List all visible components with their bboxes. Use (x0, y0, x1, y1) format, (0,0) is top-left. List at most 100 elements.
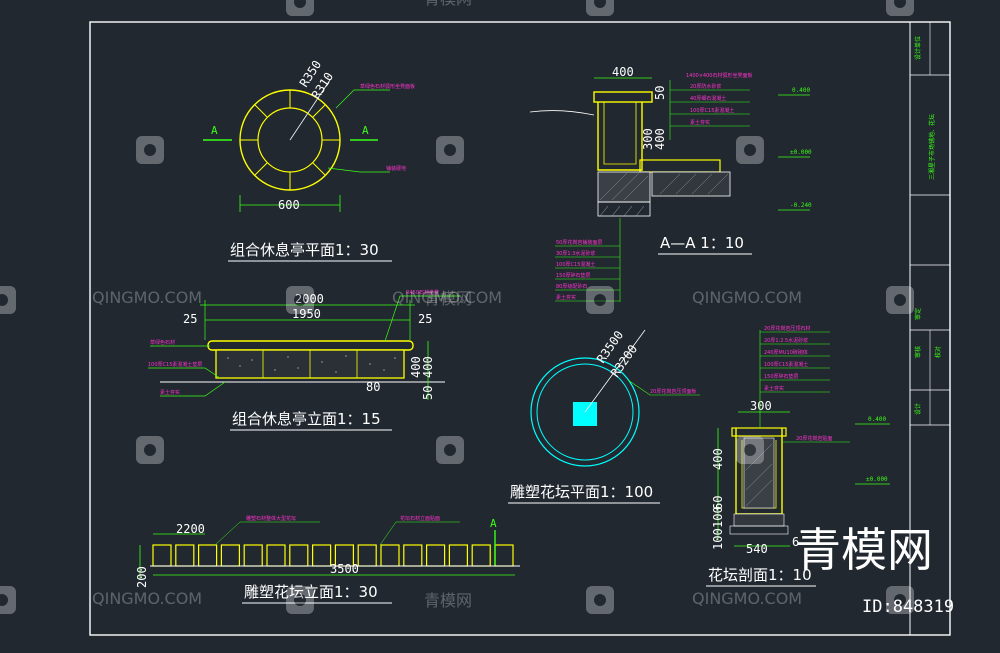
elev2-total-dim: 3500 (330, 562, 359, 576)
sec-h4-dim: 100 (711, 528, 725, 550)
sec-note-list: 20厚花岗岩压顶石材 20厚1:2.5水泥砂浆 240厚MU10砖砌体 100厚… (760, 325, 830, 393)
elev-note-3: 素土夯实 (160, 389, 180, 396)
aa-level-mid: ±0.000 (790, 149, 812, 156)
sidebar-label-1: 设计单位 (914, 36, 922, 60)
watermark-logo-icon (286, 286, 314, 314)
watermark-logo-icon (586, 0, 614, 16)
sec-note-item: 素土夯实 (764, 385, 784, 392)
watermark-logo-icon (586, 586, 614, 614)
sec-note-item: 100厚C15素混凝土 (764, 361, 808, 368)
title-pavilion-plan: 组合休息亭平面1：30 (230, 241, 379, 259)
elev2-note-1: 雕塑石材整体大型花坛 (246, 515, 296, 522)
elev-right-dim: 25 (418, 312, 432, 326)
planter-post (175, 544, 195, 567)
aa-bottom-note-item: 80厚级配砂石 (556, 283, 587, 290)
aa-note-item: 40厚细石混凝土 (690, 95, 726, 102)
aa-note-item: 20厚防水砂浆 (690, 83, 721, 90)
planter-post (357, 544, 377, 567)
watermark-logo-icon (886, 0, 914, 16)
planter-post (289, 544, 309, 567)
aa-bottom-note-item: 100厚C15混凝土 (556, 261, 595, 268)
sec-width-dim: 300 (750, 399, 772, 413)
aa-note-item: 素土夯实 (690, 119, 710, 126)
sidebar-label-4: 校对 (934, 346, 942, 358)
planter-post (380, 544, 400, 567)
planter-post (243, 544, 263, 567)
elev-note-1: 草绿色石材 (150, 339, 175, 346)
sidebar-label-5: 设计 (914, 403, 922, 415)
watermark-logo-icon (286, 0, 314, 16)
plan-note-paving: 铺装硬地 (386, 165, 406, 172)
brand-id-text: ID:848319 (862, 597, 954, 617)
aa-bottom-note-item: 50厚花岗岩铺装面层 (556, 239, 602, 246)
watermark-logo-icon (0, 286, 16, 314)
watermark-logo-icon (736, 136, 764, 164)
aa-width-dim: 400 (612, 65, 634, 79)
sec-note-item: 240厚MU10砖砌体 (764, 349, 808, 356)
title-block-sidebar: 设计单位 三湘星子市场铺地、花坛 审定 审核 校对 设计 (910, 22, 950, 426)
planter-post (312, 544, 332, 567)
elev2-note-2: 花坛石材立面贴面 (400, 515, 440, 522)
elev-h1-dim: 400 (421, 356, 435, 378)
watermark-logo-icon (736, 436, 764, 464)
section-marker-a-left: A (211, 124, 218, 137)
watermark-logo-icon (286, 586, 314, 614)
brand-overlay: 青模网 ID:848319 (795, 523, 954, 617)
planter-post (198, 544, 218, 567)
sec-note-item: 20厚花岗岩压顶石材 (764, 325, 810, 332)
aa-level-top: 0.400 (792, 87, 810, 94)
elev-left-dim: 25 (183, 312, 197, 326)
elev2-height-dim: 200 (135, 566, 149, 588)
watermark-text: QINGMO.COM (692, 288, 802, 307)
planter-post (266, 544, 286, 567)
plan-note-panel: 草绿色石材弧形坐凳面板 (360, 83, 415, 90)
aa-bottom-note-item: 素土夯实 (556, 294, 576, 301)
pavilion-plan: R350 R310 A A 600 草绿色石材弧形坐凳面板 铺装硬地 组合休息亭… (203, 58, 415, 262)
watermark-text: QINGMO.COM (92, 288, 202, 307)
watermark-cn-text: 青模网 (424, 0, 472, 8)
title-pavilion-elevation: 组合休息亭立面1：15 (232, 410, 381, 428)
watermark-logo-icon (586, 286, 614, 314)
sec-note-item: 20厚1:2.5水泥砂浆 (764, 337, 808, 344)
watermark-logo-icon (886, 286, 914, 314)
watermark-text: QINGMO.COM (92, 589, 202, 608)
sec-level-mid: ±0.000 (866, 476, 888, 483)
sculpture-base (573, 402, 597, 426)
aa-top-dim: 50 (653, 86, 667, 100)
elev-note-2: 100厚C15素混凝土垫层 (148, 361, 202, 368)
sidebar-label-2: 审定 (914, 308, 922, 320)
watermark-logo-icon (136, 436, 164, 464)
aa-level-bottom: -0.240 (790, 202, 812, 209)
watermark-logo-icon (0, 586, 16, 614)
planter-post (448, 544, 468, 567)
planter-post (403, 544, 423, 567)
sec-note-item: 150厚碎石垫层 (764, 373, 799, 380)
planter-post (426, 544, 446, 567)
sidebar-project-name: 三湘星子市场铺地、花坛 (928, 114, 936, 180)
aa-note-item: 100厚C15素混凝土 (690, 107, 734, 114)
aa-height-dim: 400 (653, 128, 667, 150)
watermark-cn-text: 青模网 (424, 591, 472, 610)
sec-h1-dim: 400 (711, 448, 725, 470)
watermark-cn-text: 青模网 (424, 289, 472, 308)
aa-note-top: 1400×400石材弧形坐凳面板 (686, 72, 752, 79)
brand-logo-text: 青模网 (795, 523, 933, 577)
title-planter-plan: 雕塑花坛平面1：100 (510, 483, 653, 501)
plan-width-dimension: 600 (278, 198, 300, 212)
elev-h4-dim: 80 (366, 380, 380, 394)
section-marker-a-right: A (362, 124, 369, 137)
aa-note-list: 20厚防水砂浆 40厚细石混凝土 100厚C15素混凝土 素土夯实 (670, 83, 750, 127)
elev-h3-dim: 50 (421, 386, 435, 400)
planter-post (471, 544, 491, 567)
aa-bottom-note-item: 150厚碎石垫层 (556, 272, 591, 279)
sec-level-top: 0.400 (868, 416, 886, 423)
title-section-aa: A—A 1：10 (660, 234, 744, 252)
elev2-pitch-dim: 2200 (176, 522, 205, 536)
planter-post (494, 544, 514, 567)
watermark-logo-icon (136, 136, 164, 164)
elev-h2-dim: 400 (409, 356, 423, 378)
watermark-logo-icon (436, 136, 464, 164)
elev2-section-marker: A (490, 517, 497, 530)
sidebar-label-3: 审核 (914, 346, 922, 358)
sec-note-side: 20厚花岗岩贴面 (796, 435, 832, 442)
